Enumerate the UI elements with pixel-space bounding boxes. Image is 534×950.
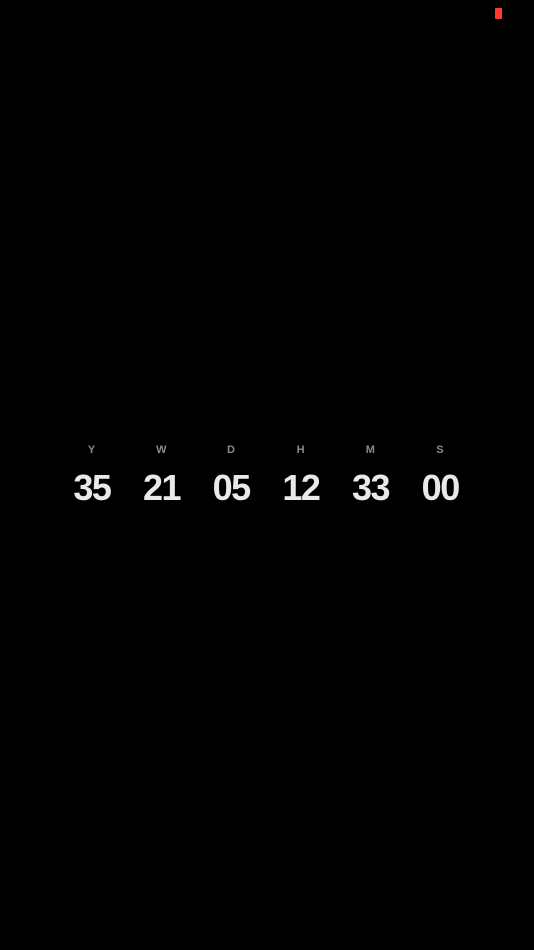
recording-indicator-icon <box>495 8 502 19</box>
unit-label-days: D <box>226 444 236 456</box>
countdown-unit-seconds: S 00 <box>405 440 475 508</box>
countdown-unit-years: Y 35 <box>57 440 127 508</box>
unit-label-years: Y <box>87 444 96 456</box>
countdown-unit-days: D 05 <box>196 440 266 508</box>
unit-value-years: 35 <box>73 467 112 508</box>
unit-value-weeks: 21 <box>142 467 182 508</box>
unit-label-seconds: S <box>436 444 445 456</box>
countdown-timer: Y 35 W 21 D 05 H 12 M 33 S 00 <box>57 440 475 508</box>
countdown-unit-weeks: W 21 <box>127 440 197 508</box>
unit-value-seconds: 00 <box>421 467 461 508</box>
countdown-unit-minutes: M 33 <box>336 440 406 508</box>
unit-value-hours: 12 <box>282 467 321 508</box>
unit-label-weeks: W <box>156 444 167 456</box>
unit-value-days: 05 <box>212 467 252 508</box>
unit-value-minutes: 33 <box>352 467 391 508</box>
countdown-unit-hours: H 12 <box>266 440 336 508</box>
unit-label-minutes: M <box>365 444 376 456</box>
unit-label-hours: H <box>296 444 306 456</box>
